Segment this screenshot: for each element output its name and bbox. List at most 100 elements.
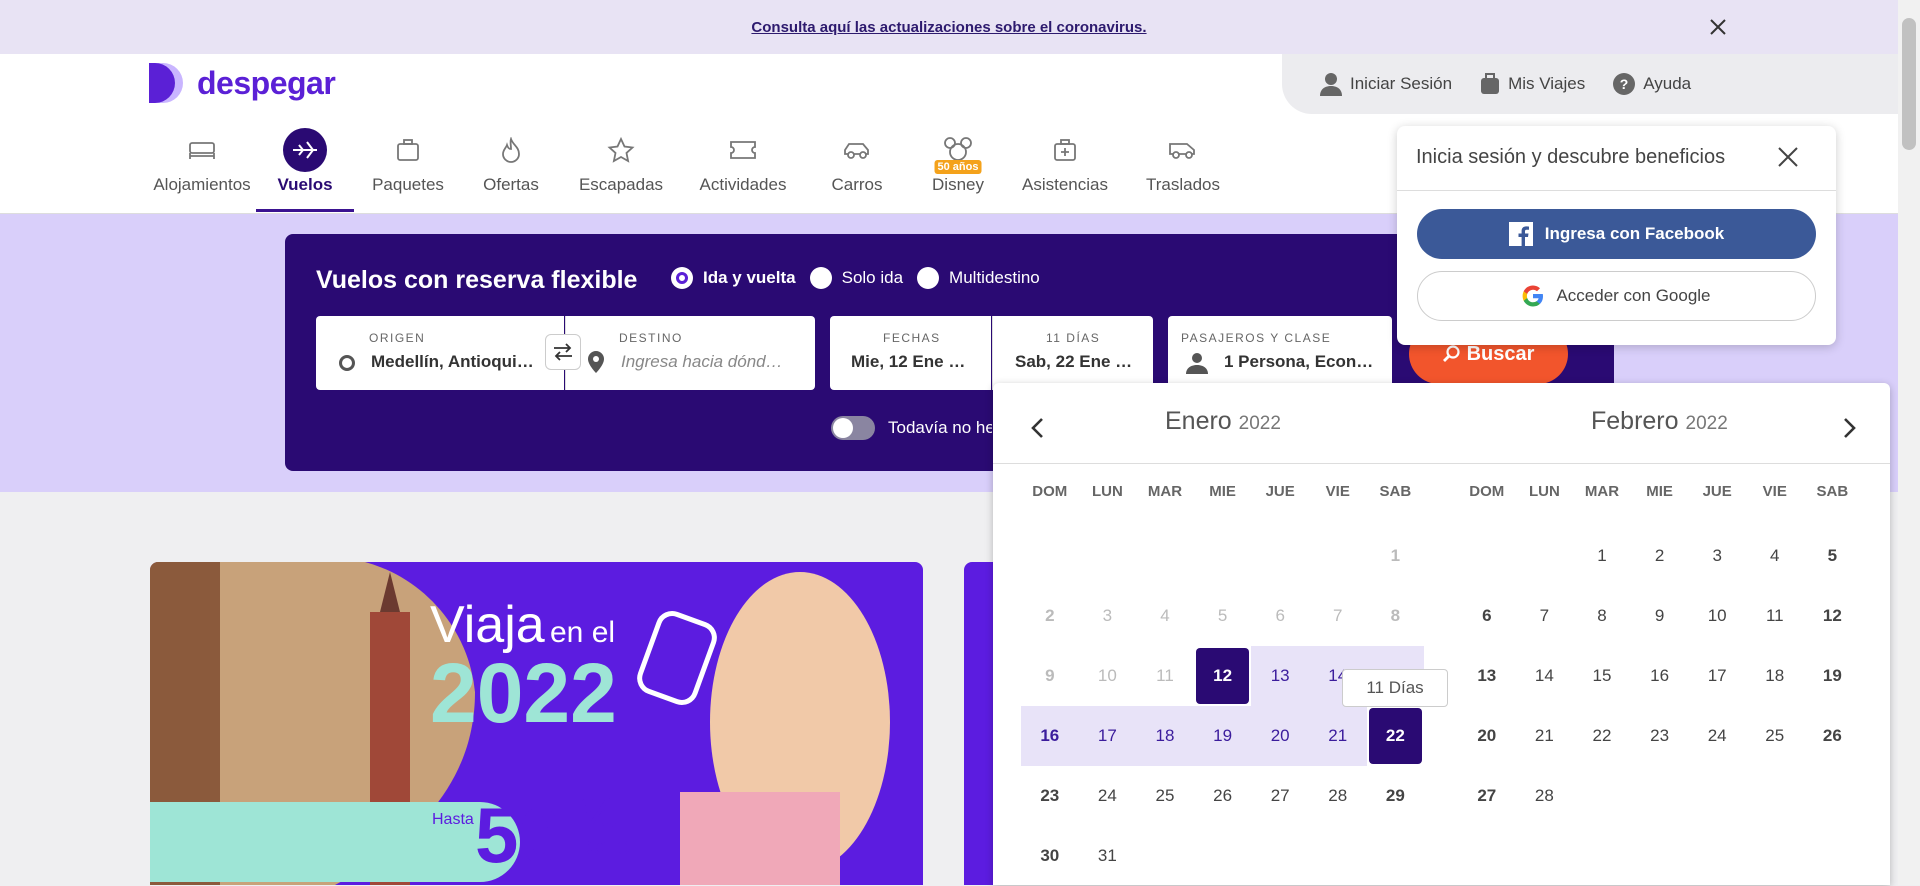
day-cell[interactable]: 2 — [1631, 526, 1689, 586]
day-cell[interactable]: 11 — [1746, 586, 1804, 646]
day-cell[interactable]: 9 — [1631, 586, 1689, 646]
day-cell[interactable]: 17 — [1078, 706, 1137, 766]
day-cell[interactable]: 28 — [1516, 766, 1574, 826]
origin-caption: ORIGEN — [369, 331, 426, 345]
day-cell[interactable]: 20 — [1458, 706, 1516, 766]
close-icon[interactable] — [1706, 15, 1730, 39]
origin-field[interactable]: ORIGEN Medellín, Antioquia, Colombia — [316, 316, 564, 390]
login-label: Iniciar Sesión — [1350, 74, 1453, 93]
day-cell[interactable]: 22 — [1573, 706, 1631, 766]
destination-field[interactable]: DESTINO Ingresa hacia dónde viajas — [565, 316, 815, 390]
promo-artwork: Viaja en el 2022 Hasta 50 % DCTO — [150, 562, 890, 885]
scrollbar-thumb[interactable] — [1902, 18, 1916, 150]
day-cell[interactable]: 19 — [1193, 706, 1252, 766]
day-cell[interactable]: 25 — [1136, 766, 1194, 826]
swap-button[interactable] — [545, 334, 581, 370]
return-date-field[interactable]: 11 DÍAS Sab, 22 Ene 2022 — [992, 316, 1153, 390]
day-cell[interactable]: 26 — [1804, 706, 1862, 766]
help-link[interactable]: ? Ayuda — [1613, 73, 1691, 95]
nav-ofertas[interactable]: Ofertas — [462, 128, 560, 212]
covid-link[interactable]: Consulta aquí las actualizaciones sobre … — [751, 19, 1146, 36]
day-cell[interactable]: 16 — [1021, 706, 1079, 766]
day-cell: 11 — [1156, 666, 1174, 685]
trip-multi-radio[interactable]: Multidestino — [917, 267, 1040, 289]
nav-traslados[interactable]: Traslados — [1124, 128, 1242, 212]
plane-icon — [283, 128, 327, 172]
trip-oneway-radio[interactable]: Solo ida — [809, 267, 903, 289]
close-icon[interactable] — [1777, 146, 1799, 168]
radio-circle — [671, 267, 693, 289]
day-cell[interactable]: 16 — [1631, 646, 1689, 706]
days-caption: 11 DÍAS — [1046, 331, 1101, 345]
day-cell[interactable]: 8 — [1573, 586, 1631, 646]
logo[interactable]: despegar — [149, 63, 336, 103]
promo-hasta: Hasta — [432, 811, 474, 828]
day-cell[interactable]: 20 — [1251, 706, 1309, 766]
scrollbar[interactable] — [1898, 0, 1920, 885]
day-cell: 10 — [1097, 666, 1117, 685]
nav-disney[interactable]: 50 años Disney — [910, 128, 1006, 212]
day-cell[interactable]: 21 — [1308, 706, 1367, 766]
nav-asistencias[interactable]: Asistencias — [1006, 128, 1124, 212]
day-cell[interactable]: 5 — [1804, 526, 1862, 586]
day-cell-selected-end[interactable]: 22 — [1368, 708, 1423, 764]
day-cell[interactable]: 18 — [1136, 706, 1194, 766]
nav-vuelos[interactable]: Vuelos — [256, 128, 354, 212]
day-cell[interactable]: 23 — [1631, 706, 1689, 766]
my-trips-link[interactable]: Mis Viajes — [1480, 73, 1585, 95]
day-cell[interactable]: 23 — [1021, 766, 1079, 826]
day-cell[interactable]: 13 — [1251, 646, 1309, 706]
undecided-date-toggle[interactable] — [831, 416, 875, 440]
covid-banner: Consulta aquí las actualizaciones sobre … — [0, 0, 1898, 54]
dates-field[interactable]: FECHAS Mie, 12 Ene 2022 — [830, 316, 991, 390]
nav-alojamientos[interactable]: Alojamientos — [148, 128, 256, 212]
day-cell[interactable]: 17 — [1688, 646, 1746, 706]
day-cell[interactable]: 21 — [1516, 706, 1574, 766]
day-cell[interactable]: 18 — [1746, 646, 1804, 706]
nav-carros[interactable]: Carros — [804, 128, 910, 212]
day-cell[interactable]: 13 — [1458, 646, 1516, 706]
radio-circle — [809, 267, 832, 289]
day-cell[interactable]: 25 — [1746, 706, 1804, 766]
day-cell[interactable]: 19 — [1804, 646, 1862, 706]
day-cell[interactable]: 10 — [1688, 586, 1746, 646]
day-cell[interactable]: 12 — [1804, 586, 1862, 646]
day-cell[interactable]: 14 — [1516, 646, 1574, 706]
swap-icon — [554, 343, 572, 361]
undecided-date-label: Todavía no he decidido la fecha — [888, 418, 992, 437]
passengers-field[interactable]: PASAJEROS Y CLASE 1 Persona, Economy — [1168, 316, 1392, 390]
product-nav: Alojamientos Vuelos Paquetes Ofertas Esc… — [148, 128, 1242, 212]
promo-banner[interactable]: Viaja en el 2022 Hasta 50 % DCTO — [150, 562, 923, 885]
google-login-button[interactable]: Acceder con Google — [1417, 271, 1816, 321]
day-cell[interactable]: 30 — [1021, 826, 1079, 886]
day-cell[interactable]: 15 — [1573, 646, 1631, 706]
login-link[interactable]: Iniciar Sesión — [1320, 72, 1452, 96]
destination-caption: DESTINO — [619, 331, 683, 345]
day-cell[interactable]: 27 — [1251, 766, 1309, 826]
nav-escapadas[interactable]: Escapadas — [560, 128, 682, 212]
facebook-login-button[interactable]: Ingresa con Facebook — [1417, 209, 1816, 259]
day-cell[interactable]: 24 — [1688, 706, 1746, 766]
day-cell[interactable]: 1 — [1573, 526, 1631, 586]
day-cell[interactable]: 29 — [1367, 766, 1425, 826]
day-cell[interactable]: 26 — [1194, 766, 1252, 826]
day-cell[interactable]: 6 — [1458, 586, 1516, 646]
day-cell[interactable]: 27 — [1458, 766, 1516, 826]
logo-icon — [149, 63, 183, 103]
medkit-icon — [1043, 128, 1087, 172]
day-cell[interactable]: 4 — [1746, 526, 1804, 586]
trip-roundtrip-radio[interactable]: Ida y vuelta — [671, 267, 796, 289]
day-cell[interactable]: 7 — [1516, 586, 1574, 646]
prev-month-icon[interactable] — [1030, 417, 1044, 439]
day-cell-selected-start[interactable]: 12 — [1195, 648, 1250, 704]
promo-dcto: DCTO — [580, 838, 631, 858]
nav-paquetes[interactable]: Paquetes — [354, 128, 462, 212]
day-cell[interactable]: 28 — [1309, 766, 1367, 826]
day-cell[interactable]: 31 — [1079, 826, 1137, 886]
next-month-icon[interactable] — [1843, 417, 1857, 439]
day-cell[interactable]: 3 — [1688, 526, 1746, 586]
day-cell[interactable]: 24 — [1079, 766, 1137, 826]
flame-icon — [489, 128, 533, 172]
promo-en-el: en el — [550, 616, 615, 649]
nav-actividades[interactable]: Actividades — [682, 128, 804, 212]
